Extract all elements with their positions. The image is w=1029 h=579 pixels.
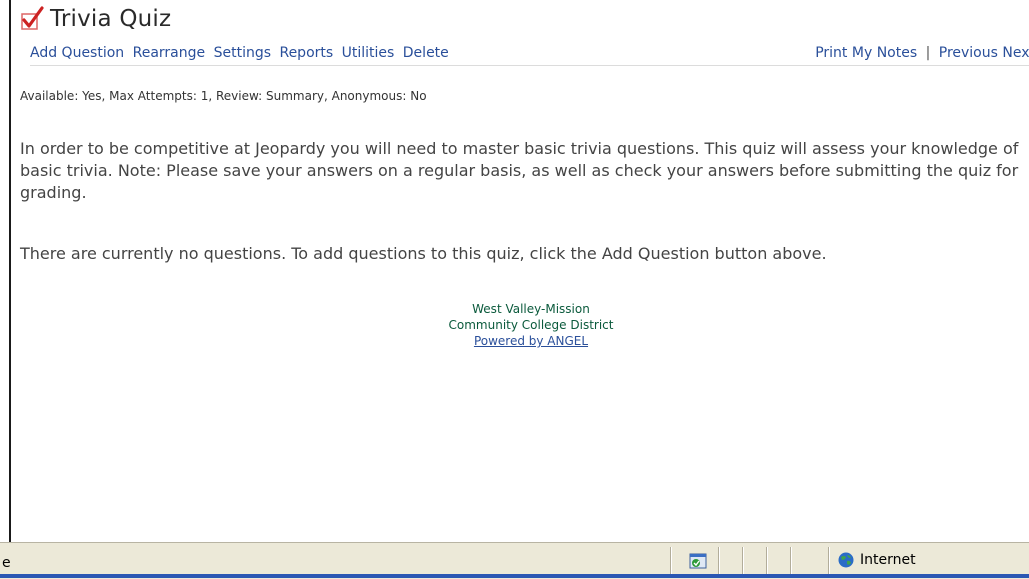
no-questions-message: There are currently no questions. To add… [20,244,827,263]
quiz-content-pane: Trivia Quiz Add Question Rearrange Setti… [11,0,1029,542]
delete-link[interactable]: Delete [403,45,449,61]
footer-org-line1: West Valley-Mission [472,302,590,316]
my-notes-link[interactable]: My Notes [852,45,917,61]
reports-link[interactable]: Reports [279,45,333,61]
page-check-icon[interactable] [688,551,708,571]
rearrange-link[interactable]: Rearrange [133,45,206,61]
toolbar-left-actions: Add Question Rearrange Settings Reports … [30,45,453,61]
page-footer: West Valley-Mission Community College Di… [371,301,691,349]
status-divider [718,547,719,575]
status-divider [742,547,743,575]
print-link[interactable]: Print [815,45,847,61]
status-divider [766,547,767,575]
toolbar-separator: | [925,45,931,61]
next-link[interactable]: Next [1002,45,1029,61]
utilities-link[interactable]: Utilities [342,45,395,61]
globe-icon [838,552,854,568]
zone-label: Internet [860,552,916,568]
left-frame-border [0,0,11,542]
status-divider [790,547,791,575]
settings-link[interactable]: Settings [214,45,271,61]
add-question-link[interactable]: Add Question [30,45,124,61]
taskbar-edge [0,574,1029,578]
status-divider [828,547,829,575]
status-text: e [2,555,11,571]
quiz-availability-status: Available: Yes, Max Attempts: 1, Review:… [20,89,427,103]
quiz-toolbar: Add Question Rearrange Settings Reports … [30,45,1029,66]
quiz-description: In order to be competitive at Jeopardy y… [20,139,1019,202]
status-divider [670,547,671,575]
previous-link[interactable]: Previous [939,45,998,61]
toolbar-right-actions: Print My Notes | Previous Next [815,45,1029,61]
security-zone[interactable]: Internet [838,552,916,568]
page-title: Trivia Quiz [50,6,172,32]
powered-by-angel-link[interactable]: Powered by ANGEL [474,334,588,348]
footer-org-line2: Community College District [448,318,614,332]
checkmark-icon [20,6,44,32]
page-header: Trivia Quiz [20,4,171,34]
